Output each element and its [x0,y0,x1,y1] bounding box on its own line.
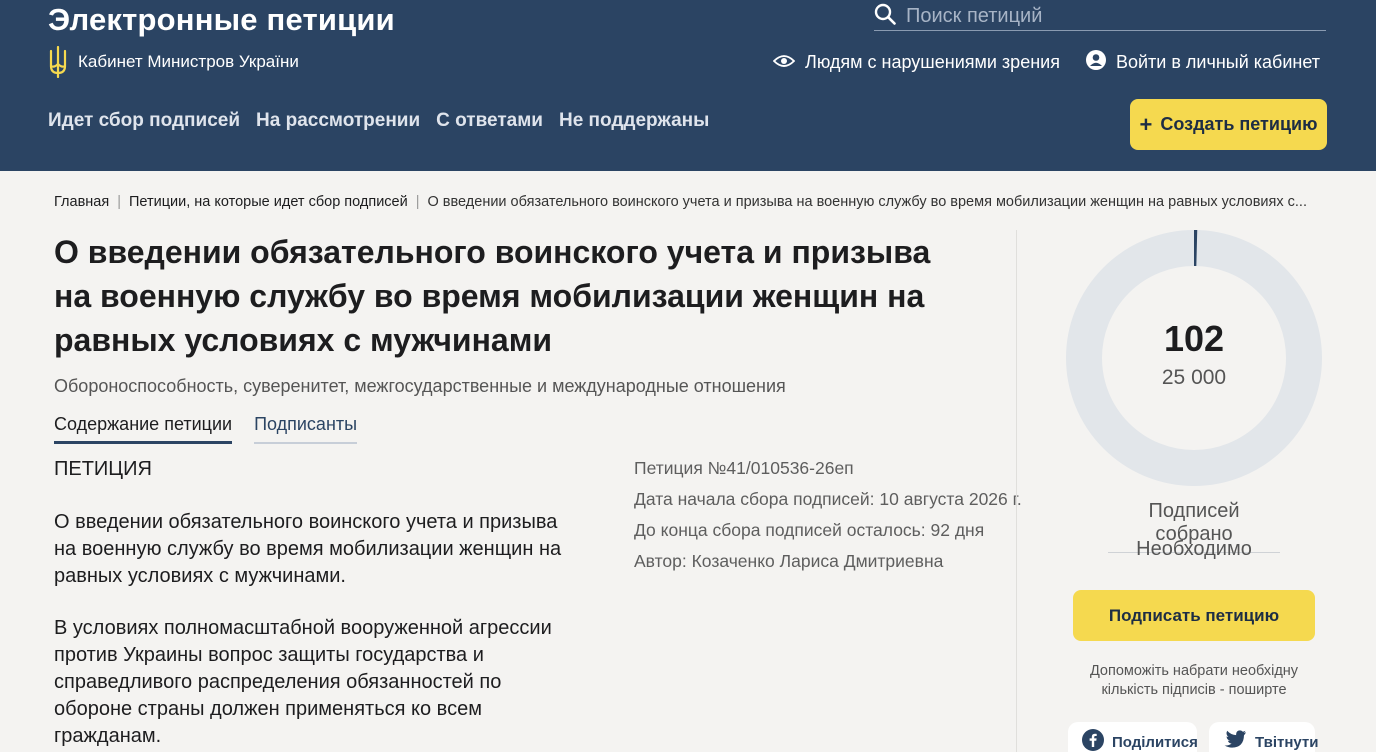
needed-label: Необходимо [1136,538,1252,560]
search-bar[interactable] [874,2,1326,31]
breadcrumb: Главная | Петиции, на которые идет сбор по… [54,194,1334,210]
sign-petition-button[interactable]: Подписать петицию [1073,590,1315,641]
share-note: Допоможіть набрати необхідну кількість п… [1089,663,1299,698]
accessibility-label: Людям с нарушениями зрения [805,52,1060,72]
search-icon [874,3,896,30]
petition-author: Автор: Козаченко Лариса Дмитриевна [634,551,944,571]
petition-start-date: Дата начала сбора подписей: 10 августа 2… [634,489,1022,509]
eye-icon [772,52,796,73]
nav-not-supported[interactable]: Не поддержаны [559,110,709,132]
main-nav: Идет сбор подписей На рассмотрении С отв… [48,110,709,132]
trident-icon [48,46,68,78]
create-petition-button[interactable]: + Создать петицию [1130,99,1327,150]
create-petition-label: Создать петицию [1160,114,1318,134]
signatures-needed: 25 000 [1161,366,1227,389]
petition-paragraph: В условиях полномасштабной вооруженной а… [54,617,552,747]
share-facebook-label: Поділитися [1112,733,1198,751]
share-twitter-button[interactable]: Твітнути [1209,722,1319,752]
twitter-icon [1223,730,1247,752]
search-input[interactable] [906,4,1306,28]
header-links: Людям с нарушениями зрения Войти в личны… [772,50,1320,75]
share-facebook-button[interactable]: Поділитися [1068,722,1198,752]
breadcrumb-current: О введении обязательного воинского учета… [427,194,1307,210]
login-label: Войти в личный кабинет [1115,52,1320,72]
breadcrumb-separator: | [117,194,121,210]
breadcrumb-separator: | [415,194,420,210]
facebook-icon [1082,729,1104,752]
share-buttons: Поділитися Твітнути [1068,722,1319,752]
column-divider [1016,230,1017,752]
page-title: О введении обязательного воинского учета… [54,234,931,358]
breadcrumb-home[interactable]: Главная [54,194,109,210]
petition-days-left: До конца сбора подписей осталось: 92 дня [634,520,985,540]
plus-icon: + [1139,111,1153,137]
petition-category: Обороноспособность, суверенитет, межгосу… [54,376,786,396]
login-link[interactable]: Войти в личный кабинет [1085,50,1320,75]
org-block[interactable]: Кабинет Министров Украïни [48,46,299,78]
user-icon [1085,50,1106,75]
nav-answered[interactable]: С ответами [436,110,543,132]
site-title[interactable]: Электронные петиции [48,2,395,38]
tab-content[interactable]: Содержание петиции [54,414,233,444]
petition-number: Петиция №41/010536-26еп [634,458,854,478]
petition-paragraph: О введении обязательного воинского учета… [54,511,562,587]
accessibility-link[interactable]: Людям с нарушениями зрения [772,50,1060,75]
petition-heading: ПЕТИЦИЯ [54,458,152,480]
petition-meta: Петиция №41/010536-26еп Дата начала сбор… [634,453,1022,577]
share-twitter-label: Твітнути [1255,733,1319,751]
tab-signers[interactable]: Подписанты [254,414,358,444]
org-name: Кабинет Министров Украïни [78,52,299,71]
signatures-collected: 102 [1163,318,1225,359]
site-header: Электронные петиции Кабинет Министров Ук… [0,0,1376,171]
nav-collecting[interactable]: Идет сбор подписей [48,110,240,132]
breadcrumb-section[interactable]: Петиции, на которые идет сбор подписей [129,194,408,210]
nav-reviewing[interactable]: На рассмотрении [256,110,420,132]
petition-tabs: Содержание петиции Подписанты [54,414,358,444]
